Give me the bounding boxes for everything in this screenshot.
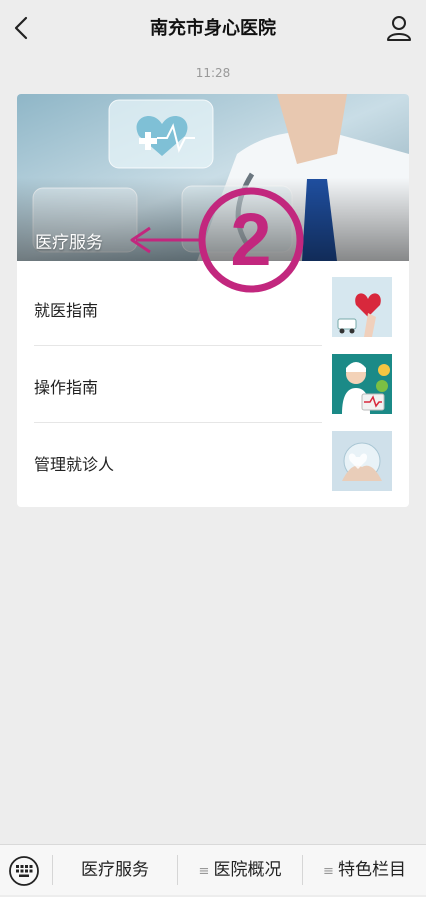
menu-list-icon: ≡ bbox=[323, 864, 334, 879]
list-item-label: 就医指南 bbox=[34, 301, 99, 320]
hands-icon bbox=[332, 431, 392, 491]
list-item-manage-patient[interactable]: 管理就诊人 bbox=[17, 423, 409, 499]
keyboard-icon bbox=[9, 856, 39, 886]
list-item-guide[interactable]: 就医指南 bbox=[17, 269, 409, 345]
keyboard-toggle-button[interactable] bbox=[8, 855, 40, 887]
menu-label: 医院概况 bbox=[213, 860, 282, 880]
list-item-label: 管理就诊人 bbox=[34, 455, 115, 474]
list-item-operation[interactable]: 操作指南 bbox=[17, 346, 409, 422]
nurse-icon bbox=[332, 354, 392, 414]
list-item-label: 操作指南 bbox=[34, 378, 99, 397]
profile-button[interactable] bbox=[384, 12, 414, 44]
doctor-heart-icon bbox=[332, 277, 392, 337]
menu-label: 医疗服务 bbox=[81, 860, 149, 880]
top-navbar: 南充市身心医院 bbox=[0, 0, 426, 56]
menu-featured-columns[interactable]: ≡ 特色栏目 bbox=[303, 845, 426, 895]
menu-medical-services[interactable]: 医疗服务 bbox=[53, 845, 177, 895]
user-icon bbox=[387, 16, 411, 41]
article-card: 医疗服务 就医指南 操作指南 管理就诊人 bbox=[17, 94, 409, 507]
menu-list-icon: ≡ bbox=[198, 864, 210, 879]
page-title: 南充市身心医院 bbox=[150, 18, 276, 39]
menu-hospital-overview[interactable]: ≡ 医院概况 bbox=[178, 845, 302, 895]
banner-title: 医疗服务 bbox=[35, 233, 103, 253]
menu-label: 特色栏目 bbox=[337, 860, 406, 880]
bottom-menu-bar: 医疗服务 ≡ 医院概况 ≡ 特色栏目 bbox=[0, 844, 426, 895]
message-timestamp: 11:28 bbox=[195, 66, 231, 80]
banner-article[interactable]: 医疗服务 bbox=[17, 94, 409, 261]
